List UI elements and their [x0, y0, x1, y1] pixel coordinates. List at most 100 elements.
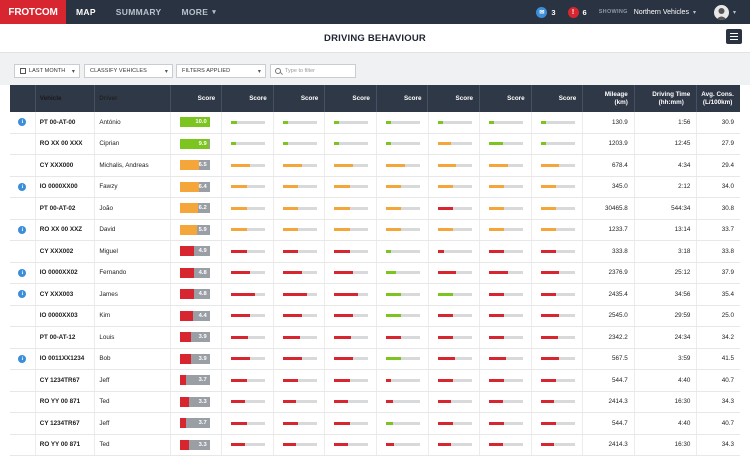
metric-score-bar [489, 249, 524, 253]
classify-vehicles-select[interactable]: CLASSIFY VEHICLES ▾ [84, 64, 173, 78]
nav-item-summary[interactable]: SUMMARY [106, 0, 172, 24]
avg-consumption-cell: 30.9 [721, 118, 735, 126]
metric-score-bar-fill [231, 163, 250, 167]
info-cell: i [10, 219, 36, 240]
score-value: 6.5 [198, 162, 207, 169]
table-row[interactable]: RO XX 00 XXX Ciprian 9.9 1203.9 12:45 27.9 [10, 133, 740, 155]
alerts-count: 6 [582, 7, 587, 17]
info-cell [10, 155, 36, 176]
metric-score-cell [532, 176, 584, 197]
hamburger-menu-button[interactable] [726, 29, 742, 44]
column-header-score[interactable]: Score [171, 85, 223, 112]
metric-score-cell [325, 327, 377, 348]
table-row[interactable]: CY 1234TR67 Jeff 3.7 544.7 4:40 40.7 [10, 370, 740, 392]
metric-score-bar-fill [334, 185, 350, 189]
info-icon[interactable]: i [18, 290, 27, 299]
metric-score-bar [540, 206, 575, 210]
metric-score-bar [334, 443, 369, 447]
score-indicator: 6.4 [179, 181, 210, 192]
column-header-metric-score[interactable]: Score [428, 85, 481, 112]
metric-score-bar [385, 206, 420, 210]
info-icon[interactable]: i [18, 182, 27, 191]
driver-cell: António [95, 112, 171, 133]
nav-item-map[interactable]: MAP [66, 0, 106, 24]
table-row[interactable]: i PT 00-AT-00 António 10.0 130.9 1:56 30.9 [10, 112, 740, 134]
messages-count: 3 [551, 7, 556, 17]
mileage-cell: 1233.7 [583, 219, 635, 240]
chevron-down-icon[interactable]: ▾ [733, 9, 736, 16]
score-value: 10.0 [195, 119, 207, 126]
metric-score-bar-fill [231, 443, 245, 447]
column-header-driver[interactable]: Driver [95, 85, 171, 112]
alerts-button[interactable]: ! 6 [567, 6, 587, 18]
metric-score-bar-fill [334, 314, 354, 318]
brand-logo[interactable]: FROTCOM [0, 0, 66, 24]
driving-time-cell: 2:12 [635, 176, 698, 197]
score-value: 4.8 [198, 291, 207, 298]
metric-score-bar-fill [489, 314, 505, 318]
metric-score-cell [377, 112, 429, 133]
score-indicator: 3.7 [179, 375, 210, 386]
info-icon[interactable]: i [18, 268, 27, 277]
table-row[interactable]: i IO 0000XX02 Fernando 4.8 2376.9 25:12 37.9 [10, 262, 740, 284]
metric-score-bar [385, 292, 420, 296]
metric-score-bar [489, 400, 524, 404]
metric-score-cell [222, 327, 274, 348]
metric-score-bar-fill [231, 142, 237, 146]
score-indicator: 4.8 [179, 289, 210, 300]
table-row[interactable]: CY XXX000 Michalis, Andreas 6.5 678.4 4:34 29… [10, 155, 740, 177]
metric-score-bar-fill [282, 314, 302, 318]
metric-score-bar [282, 400, 317, 404]
column-header-metric-score[interactable]: Score [222, 85, 274, 112]
metric-score-cell [325, 348, 377, 369]
column-header-driving-time[interactable]: Driving Time (hh:mm) [635, 85, 698, 112]
column-header-metric-score[interactable]: Score [274, 85, 326, 112]
metric-score-cell [480, 284, 532, 305]
info-icon[interactable]: i [18, 225, 27, 234]
score-indicator: 6.2 [179, 203, 210, 214]
date-range-select[interactable]: LAST MONTH ▾ [14, 64, 80, 78]
metric-score-bar [540, 185, 575, 189]
metric-score-bar-fill [489, 443, 503, 447]
info-icon[interactable]: i [18, 354, 27, 363]
metric-score-bar [540, 378, 575, 382]
avatar[interactable] [713, 4, 729, 20]
table-row[interactable]: CY XXX002 Miguel 4.9 333.8 3:18 33.8 [10, 241, 740, 263]
metric-score-cell [325, 305, 377, 326]
column-header-metric-score[interactable]: Score [532, 85, 584, 112]
table-row[interactable]: PT 00-AT-12 Louis 3.9 2342.2 24:34 34.2 [10, 327, 740, 349]
driver-cell: Ted [95, 434, 171, 455]
column-header-avg-consumption[interactable]: Avg. Cons. (L/100km) [697, 85, 740, 112]
metric-score-bar-fill [231, 206, 247, 210]
table-row[interactable]: i RO XX 00 XXZ David 5.9 1233.7 13:14 33.7 [10, 219, 740, 241]
table-header: Vehicle Driver Score Score Score Score S… [10, 85, 740, 112]
messages-button[interactable]: ✉ 3 [536, 6, 556, 18]
column-header-metric-score[interactable]: Score [480, 85, 532, 112]
table-row[interactable]: CY 1234TR67 Jeff 3.7 544.7 4:40 40.7 [10, 413, 740, 435]
score-fill [179, 375, 186, 386]
search-input[interactable]: Type to filter [270, 64, 356, 78]
table-row[interactable]: i CY XXX003 James 4.8 2435.4 34:56 35.4 [10, 284, 740, 306]
metric-score-bar-fill [540, 292, 556, 296]
filters-applied-select[interactable]: FILTERS APPLIED ▾ [176, 64, 266, 78]
table-row[interactable]: i IO 0000XX00 Fawzy 6.4 345.0 2:12 34.0 [10, 176, 740, 198]
info-icon[interactable]: i [18, 118, 27, 127]
score-value: 3.9 [198, 334, 207, 341]
table-row[interactable]: RO YY 00 871 Ted 3.3 2414.3 16:30 34.3 [10, 391, 740, 413]
table-row[interactable]: IO 0000XX03 Kim 4.4 2545.0 29:59 25.0 [10, 305, 740, 327]
column-header-metric-score[interactable]: Score [325, 85, 377, 112]
column-header-vehicle[interactable]: Vehicle [36, 85, 96, 112]
metric-score-bar-fill [540, 185, 556, 189]
column-header-metric-score[interactable]: Score [377, 85, 429, 112]
nav-item-more[interactable]: MORE ▾ [172, 0, 227, 24]
metric-score-bar [334, 378, 369, 382]
vehicle-group-selector[interactable]: Northern Vehicles ▾ [634, 9, 696, 16]
metric-score-bar-fill [437, 228, 453, 232]
metric-score-bar-fill [489, 421, 505, 425]
column-header-mileage[interactable]: Mileage (km) [583, 85, 635, 112]
metric-score-bar [437, 228, 472, 232]
table-row[interactable]: RO YY 00 871 Ted 3.3 2414.3 16:30 34.3 [10, 434, 740, 456]
metric-score-bar [231, 335, 266, 339]
table-row[interactable]: i IO 0011XX1234 Bob 3.9 567.5 3:59 41.5 [10, 348, 740, 370]
table-row[interactable]: PT 00-AT-02 João 6.2 30465.8 544:34 30.8 [10, 198, 740, 220]
